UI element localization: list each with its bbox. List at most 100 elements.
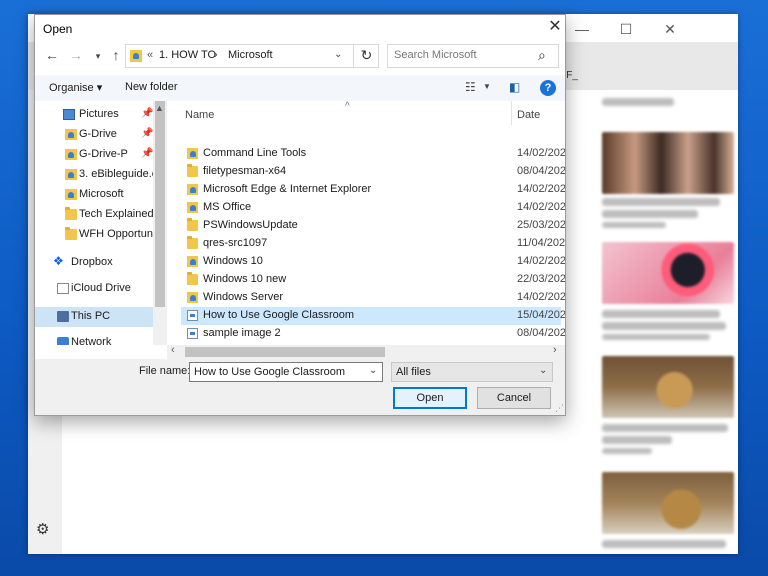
refresh-icon[interactable]: ↻ — [353, 44, 379, 68]
close-icon[interactable]: ✕ — [648, 18, 692, 40]
blurred-caption — [602, 198, 720, 206]
blurred-thumbnail[interactable] — [602, 242, 734, 304]
blurred-caption — [602, 448, 652, 454]
file-row[interactable]: PSWindowsUpdate 25/03/2020 — [181, 217, 565, 235]
file-date: 08/04/2020 — [517, 327, 565, 339]
pin-icon: 📌 — [141, 148, 153, 159]
chevron-right-icon[interactable]: › — [214, 49, 218, 61]
file-row[interactable]: Windows 10 new 22/03/2020 — [181, 271, 565, 289]
address-segment-how-to[interactable]: 1. HOW TO — [159, 49, 216, 61]
folder-icon — [65, 169, 77, 180]
nav-item-label: G-Drive — [79, 128, 117, 140]
dialog-title: Open — [43, 22, 73, 36]
blurred-heading — [602, 98, 674, 106]
nav-item-tech-explained[interactable]: Tech Explained — [35, 205, 153, 225]
cancel-button[interactable]: Cancel — [477, 387, 551, 409]
folder-icon — [187, 272, 198, 285]
view-options-icon[interactable]: ☷ — [465, 80, 476, 94]
resize-grip-icon[interactable]: ⋰ — [555, 403, 564, 414]
command-bar: Organise ▾ New folder ☷ ▼ ◧ ? — [35, 75, 565, 101]
search-box[interactable]: Search Microsoft ⌕ — [387, 44, 559, 68]
file-row[interactable]: Microsoft Edge & Internet Explorer 14/02… — [181, 181, 565, 199]
chevron-down-icon[interactable]: ⌄ — [539, 365, 547, 376]
file-row[interactable]: Windows Server 14/02/2020 — [181, 289, 565, 307]
sort-arrow-icon: ^ — [345, 101, 350, 112]
blurred-caption — [602, 310, 720, 318]
recent-locations-chevron-icon[interactable]: ▾ — [89, 51, 107, 62]
column-header-date[interactable]: Date — [517, 109, 540, 121]
nav-item-g-drive-p[interactable]: G-Drive-P 📌 — [35, 145, 153, 165]
dialog-footer: File name: How to Use Google Classroom ⌄… — [35, 359, 565, 415]
nav-item-label: Network — [71, 336, 112, 345]
back-arrow-icon[interactable]: ← — [43, 47, 61, 63]
column-header-name[interactable]: Name — [185, 109, 214, 121]
scroll-left-arrow-icon[interactable]: ‹ — [171, 344, 175, 356]
folder-icon — [187, 256, 198, 267]
nav-item-icloud-drive[interactable]: iCloud Drive — [35, 279, 153, 299]
open-button[interactable]: Open — [393, 387, 467, 409]
file-row[interactable]: sample image 2 08/04/2020 — [181, 325, 565, 343]
help-icon[interactable]: ? — [540, 80, 556, 96]
minimize-icon[interactable]: — — [560, 18, 604, 40]
file-row-selected[interactable]: How to Use Google Classroom 15/04/2020 — [181, 307, 565, 325]
nav-item-network[interactable]: Network — [35, 333, 153, 345]
pin-icon: 📌 — [141, 128, 153, 139]
up-arrow-icon[interactable]: ↑ — [107, 47, 125, 63]
chevron-down-icon[interactable]: ⌄ — [369, 365, 377, 376]
scroll-up-arrow-icon[interactable]: ▲ — [155, 103, 164, 113]
file-type-select[interactable]: All files — [391, 362, 553, 382]
pictures-icon — [63, 109, 75, 120]
file-date: 11/04/2020 — [517, 237, 565, 249]
address-overflow-icon[interactable]: « — [147, 49, 153, 61]
file-row[interactable]: qres-src1097 11/04/2020 — [181, 235, 565, 253]
nav-item-label: G-Drive-P — [79, 148, 128, 160]
file-row[interactable]: Command Line Tools 14/02/2020 — [181, 145, 565, 163]
nav-item-g-drive[interactable]: G-Drive 📌 — [35, 125, 153, 145]
close-icon[interactable]: ✕ — [545, 17, 565, 37]
nav-item-dropbox[interactable]: ❖ Dropbox — [35, 253, 153, 273]
nav-item-this-pc[interactable]: This PC — [35, 307, 153, 327]
file-row[interactable]: filetypesman-x64 08/04/2020 — [181, 163, 565, 181]
address-bar[interactable]: « 1. HOW TO › Microsoft ⌄ — [125, 44, 379, 68]
file-name: Microsoft Edge & Internet Explorer — [203, 183, 372, 195]
gear-icon[interactable]: ⚙ — [36, 520, 49, 538]
nav-item-label: iCloud Drive — [71, 282, 131, 294]
search-icon[interactable]: ⌕ — [538, 47, 546, 64]
preview-pane-icon[interactable]: ◧ — [509, 80, 520, 94]
new-folder-button[interactable]: New folder — [125, 81, 178, 93]
nav-item-wfh-opportunit[interactable]: WFH Opportunit — [35, 225, 153, 245]
file-row[interactable]: MS Office 14/02/2020 — [181, 199, 565, 217]
document-icon — [187, 310, 198, 321]
organise-button[interactable]: Organise ▾ — [49, 81, 102, 94]
file-name: MS Office — [203, 201, 252, 213]
file-date: 14/02/2020 — [517, 183, 565, 195]
address-segment-microsoft[interactable]: Microsoft — [228, 49, 273, 61]
file-name: Windows Server — [203, 291, 284, 303]
chevron-down-icon[interactable]: ▼ — [483, 82, 491, 91]
horizontal-scrollbar[interactable]: ‹ › — [167, 344, 565, 359]
folder-icon — [65, 207, 77, 220]
nav-item-microsoft[interactable]: Microsoft — [35, 185, 153, 205]
scroll-right-arrow-icon[interactable]: › — [553, 344, 557, 356]
chevron-down-icon[interactable]: ⌄ — [334, 49, 342, 60]
file-name: How to Use Google Classroom — [203, 309, 355, 321]
blurred-thumbnail[interactable] — [602, 356, 734, 418]
icloud-icon — [57, 283, 69, 294]
forward-arrow-icon[interactable]: → — [67, 47, 85, 63]
open-file-dialog: Open ✕ ← → ▾ ↑ « 1. HOW TO › Microsoft ⌄… — [34, 14, 566, 416]
nav-item-ebibleguide[interactable]: 3. eBibleguide.cc — [35, 165, 153, 185]
file-date: 14/02/2020 — [517, 147, 565, 159]
scrollbar-thumb[interactable] — [155, 101, 165, 307]
search-input[interactable]: Search Microsoft — [394, 49, 477, 61]
pc-icon — [57, 311, 69, 322]
blurred-thumbnail[interactable] — [602, 472, 734, 534]
navigation-scrollbar[interactable]: ▲ — [153, 101, 167, 345]
file-name-input[interactable]: How to Use Google Classroom — [189, 362, 383, 382]
blurred-thumbnail[interactable] — [602, 132, 734, 194]
file-row[interactable]: Windows 10 14/02/2020 — [181, 253, 565, 271]
maximize-icon[interactable]: ☐ — [604, 18, 648, 40]
nav-item-pictures[interactable]: Pictures 📌 — [35, 105, 153, 125]
scrollbar-thumb[interactable] — [185, 347, 385, 357]
column-divider[interactable] — [511, 101, 512, 125]
blurred-caption — [602, 424, 728, 432]
